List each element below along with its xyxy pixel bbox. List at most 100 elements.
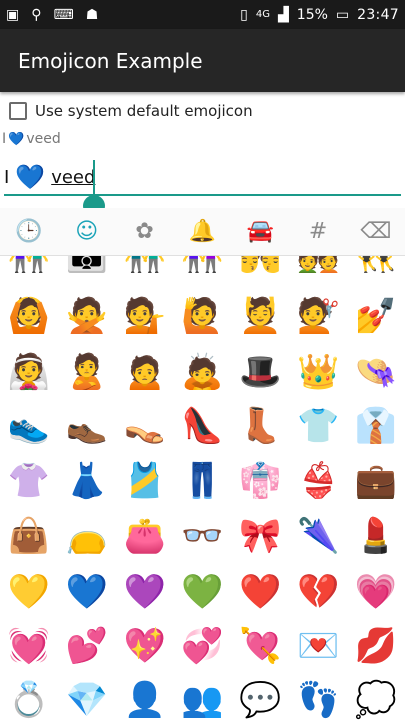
emoji-edit-text[interactable]: I 💙 veed xyxy=(4,160,401,196)
emoji-key[interactable]: ❤️ xyxy=(231,564,289,620)
preview-heart-emoji: 💙 xyxy=(8,131,25,147)
emoji-key[interactable]: 👔 xyxy=(347,398,405,454)
emoji-key[interactable]: 💁 xyxy=(116,288,174,344)
emoji-key[interactable]: 👜 xyxy=(0,508,58,564)
emoji-key[interactable]: 👞 xyxy=(58,398,116,454)
emoji-key[interactable]: 👰 xyxy=(0,344,58,400)
emoji-key[interactable]: 💑 xyxy=(289,256,347,283)
preview-prefix: I xyxy=(2,131,7,147)
emoji-key[interactable]: 💌 xyxy=(289,618,347,674)
emoji-key[interactable]: 👯 xyxy=(347,256,405,283)
emoji-key[interactable]: 💚 xyxy=(174,564,232,620)
emoji-key[interactable]: 💛 xyxy=(0,564,58,620)
emoji-key[interactable]: 🌂 xyxy=(289,508,347,564)
tab-objects[interactable]: 🔔 xyxy=(177,209,227,255)
emoji-row: 👫 👪 👬 👭 💏 💑 👯 xyxy=(0,256,405,283)
emoji-key[interactable]: 👠 xyxy=(174,398,232,454)
emoji-key[interactable]: 👓 xyxy=(174,508,232,564)
emoji-key[interactable]: 👙 xyxy=(289,453,347,509)
emoji-key[interactable]: 💜 xyxy=(116,564,174,620)
emoji-category-tabs: 🕒 ☺ ✿ 🔔 🚘 # ⌫ xyxy=(0,208,405,256)
emoji-key[interactable]: 👕 xyxy=(289,398,347,454)
emoji-key[interactable]: 🙎 xyxy=(58,344,116,400)
emoji-key[interactable]: 🎀 xyxy=(231,508,289,564)
emoji-key[interactable]: 👪 xyxy=(58,256,116,283)
emoji-key[interactable]: 👟 xyxy=(0,398,58,454)
emoji-key[interactable]: 💏 xyxy=(231,256,289,283)
backspace-button[interactable]: ⌫ xyxy=(351,209,401,255)
emoji-key[interactable]: 🎽 xyxy=(116,453,174,509)
emoji-key[interactable]: 👣 xyxy=(289,672,347,720)
tab-nature[interactable]: ✿ xyxy=(120,209,170,255)
emoji-row: 👜 👝 👛 👓 🎀 🌂 💄 xyxy=(0,508,405,564)
emoji-key[interactable]: 🙋 xyxy=(174,288,232,344)
emoji-key[interactable]: 👢 xyxy=(231,398,289,454)
notification-icon: ▣ xyxy=(6,6,20,23)
emoji-key[interactable]: 💆 xyxy=(231,288,289,344)
emoji-key[interactable]: 💗 xyxy=(347,564,405,620)
emoji-row: 👚 👗 🎽 👖 👘 👙 💼 xyxy=(0,453,405,509)
emoji-key[interactable]: 💅 xyxy=(347,288,405,344)
emoji-key[interactable]: 🙇 xyxy=(174,344,232,400)
emoji-key[interactable]: 🙆 xyxy=(0,288,58,344)
emoji-key[interactable]: 👬 xyxy=(116,256,174,283)
emoji-key[interactable]: 💎 xyxy=(58,672,116,720)
emoji-key[interactable]: 👘 xyxy=(231,453,289,509)
emoji-key[interactable]: 👤 xyxy=(116,672,174,720)
car-icon: 🚘 xyxy=(246,219,274,244)
emoji-key[interactable]: 🙍 xyxy=(116,344,174,400)
emoji-key[interactable]: 💭 xyxy=(347,672,405,720)
emoji-key[interactable]: 💼 xyxy=(347,453,405,509)
emoji-key[interactable]: 💄 xyxy=(347,508,405,564)
emoji-key[interactable]: 👡 xyxy=(116,398,174,454)
emoji-key[interactable]: 🎩 xyxy=(231,344,289,400)
emoji-key[interactable]: 💙 xyxy=(58,564,116,620)
emoji-key[interactable]: 👚 xyxy=(0,453,58,509)
emoji-key[interactable]: 👖 xyxy=(174,453,232,509)
emoji-key[interactable]: 💕 xyxy=(58,618,116,674)
emoji-key[interactable]: 💋 xyxy=(347,618,405,674)
emoji-key[interactable]: 💔 xyxy=(289,564,347,620)
editor-prefix: I xyxy=(4,166,10,188)
preview-text: I 💙 veed xyxy=(2,131,61,147)
emoji-key[interactable]: 💖 xyxy=(116,618,174,674)
emoji-key[interactable]: 💞 xyxy=(174,618,232,674)
network-type: 4G xyxy=(255,8,270,20)
use-system-checkbox[interactable] xyxy=(9,102,27,120)
status-bar: ▣ ⚲ ⌨ ☗ ▯ 4G ▟ 15% ▭ 23:47 xyxy=(0,0,405,29)
usb-icon: ⚲ xyxy=(31,6,42,23)
app-bar: Emojicon Example xyxy=(0,29,405,92)
code-icon: ⌨ xyxy=(53,6,74,23)
emoji-key[interactable]: 💇 xyxy=(289,288,347,344)
emoji-key[interactable]: 💘 xyxy=(231,618,289,674)
tab-symbols[interactable]: # xyxy=(293,209,343,255)
flower-gear-icon: ✿ xyxy=(135,219,154,244)
emoji-key[interactable]: 💍 xyxy=(0,672,58,720)
emoji-key[interactable]: 👥 xyxy=(174,672,232,720)
emoji-key[interactable]: 👒 xyxy=(347,344,405,400)
emoji-key[interactable]: 👑 xyxy=(289,344,347,400)
emoji-key[interactable]: 👭 xyxy=(174,256,232,283)
signal-icon: ▟ xyxy=(278,6,289,23)
tab-places[interactable]: 🚘 xyxy=(235,209,285,255)
emoji-key[interactable]: 👝 xyxy=(58,508,116,564)
android-icon: ☗ xyxy=(85,6,99,23)
emoji-row: 💓 💕 💖 💞 💘 💌 💋 xyxy=(0,618,405,674)
emoji-key[interactable]: 👛 xyxy=(116,508,174,564)
use-system-emojicon-option[interactable]: Use system default emojicon xyxy=(9,98,253,124)
emoji-row: 💛 💙 💜 💚 ❤️ 💔 💗 xyxy=(0,564,405,620)
emoji-key[interactable]: 👫 xyxy=(0,256,58,283)
emoji-key[interactable]: 🙅 xyxy=(58,288,116,344)
text-caret xyxy=(93,160,95,196)
backspace-icon: ⌫ xyxy=(360,219,392,244)
smiley-icon: ☺ xyxy=(75,219,99,244)
tab-people[interactable]: ☺ xyxy=(62,209,112,255)
clock-icon: 🕒 xyxy=(15,219,43,244)
emoji-key[interactable]: 💬 xyxy=(231,672,289,720)
tab-recent[interactable]: 🕒 xyxy=(4,209,54,255)
bell-icon: 🔔 xyxy=(188,219,217,244)
emoji-key[interactable]: 👗 xyxy=(58,453,116,509)
emoji-row: 👰 🙎 🙍 🙇 🎩 👑 👒 xyxy=(0,344,405,400)
emoji-key[interactable]: 💓 xyxy=(0,618,58,674)
preview-word: veed xyxy=(26,131,61,147)
